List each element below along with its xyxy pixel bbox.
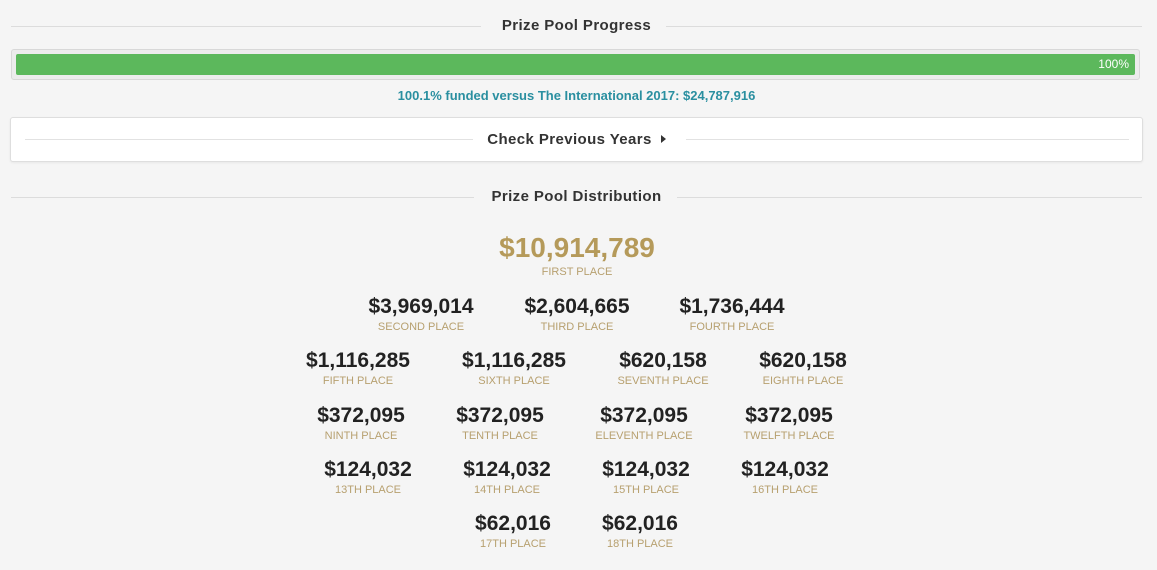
prize-second-place: $3,969,014 SECOND PLACE <box>331 294 511 334</box>
prize-third-place: $2,604,665 THIRD PLACE <box>487 294 667 334</box>
heading-rule-right <box>666 26 1142 27</box>
prize-amount: $2,604,665 <box>524 295 630 318</box>
prize-place-label: FIFTH PLACE <box>322 375 394 387</box>
caret-right-icon <box>660 135 666 143</box>
prize-place-label: FOURTH PLACE <box>689 321 775 333</box>
prize-eighth-place: $620,158 EIGHTH PLACE <box>713 348 893 388</box>
prize-place-label: 18TH PLACE <box>606 538 674 550</box>
prize-amount: $1,116,285 <box>306 349 410 372</box>
prize-amount: $1,736,444 <box>679 295 785 318</box>
prize-amount: $620,158 <box>759 349 847 372</box>
button-rule-right <box>686 139 1129 140</box>
check-previous-years-button[interactable]: Check Previous Years <box>10 117 1143 162</box>
prize-amount: $372,095 <box>745 404 833 427</box>
check-previous-years-label: Check Previous Years <box>487 131 652 148</box>
prize-amount: $124,032 <box>741 458 829 481</box>
prize-fifth-place: $1,116,285 FIFTH PLACE <box>268 348 448 388</box>
prize-amount: $62,016 <box>602 512 678 535</box>
prize-16th-place: $124,032 16TH PLACE <box>695 457 875 497</box>
prize-fourth-place: $1,736,444 FOURTH PLACE <box>642 294 822 334</box>
funded-comparison-note: 100.1% funded versus The International 2… <box>397 88 756 103</box>
prize-place-label: FIRST PLACE <box>541 266 613 278</box>
prize-amount: $10,914,789 <box>499 232 655 263</box>
progress-percent-label: 100% <box>1098 57 1129 71</box>
check-previous-years-label-wrap: Check Previous Years <box>11 129 1142 151</box>
prize-pool-progress-bar: 100% <box>11 49 1140 80</box>
prize-place-label: SECOND PLACE <box>377 321 465 333</box>
prize-18th-place: $62,016 18TH PLACE <box>550 511 730 551</box>
prize-twelfth-place: $372,095 TWELFTH PLACE <box>699 403 879 443</box>
prize-place-label: TWELFTH PLACE <box>743 430 835 442</box>
prize-amount: $3,969,014 <box>368 295 474 318</box>
prize-pool-progress-heading: Prize Pool Progress <box>11 15 1142 37</box>
heading-rule-right <box>677 197 1142 198</box>
prize-pool-distribution-heading: Prize Pool Distribution <box>11 186 1142 208</box>
prize-place-label: EIGHTH PLACE <box>762 375 844 387</box>
prize-first-place: $10,914,789 FIRST PLACE <box>487 231 667 279</box>
prize-place-label: 16TH PLACE <box>751 484 819 496</box>
progress-bar-fill: 100% <box>16 54 1135 75</box>
prize-place-label: THIRD PLACE <box>540 321 614 333</box>
